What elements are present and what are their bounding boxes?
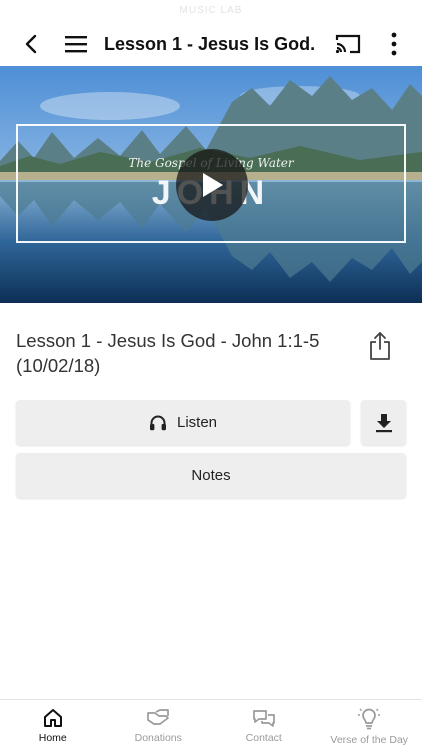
tab-verse-of-the-day-label: Verse of the Day: [330, 734, 409, 746]
back-arrow-icon: [25, 34, 37, 54]
home-icon: [43, 709, 62, 727]
tab-donations-label: Donations: [134, 732, 182, 744]
listen-label: Listen: [176, 414, 218, 431]
chat-bubbles-icon: [252, 710, 275, 727]
notes-button[interactable]: Notes: [16, 453, 406, 498]
app-bar: Lesson 1 - Jesus Is God...: [0, 22, 422, 66]
tab-contact[interactable]: Contact: [211, 700, 317, 750]
back-button[interactable]: [12, 22, 52, 66]
cast-icon: [335, 34, 361, 54]
more-vertical-icon: [391, 32, 397, 56]
page-title: Lesson 1 - Jesus Is God...: [104, 33, 314, 54]
cast-button[interactable]: [328, 22, 368, 66]
tab-contact-label: Contact: [245, 732, 282, 744]
lightbulb-icon: [358, 708, 381, 730]
tab-donations[interactable]: Donations: [106, 700, 212, 750]
hamburger-menu-icon: [65, 36, 87, 53]
headphones-icon: [149, 415, 166, 431]
download-icon: [375, 413, 392, 432]
bottom-tab-bar: Home Donations Contact Verse of the Day: [0, 699, 422, 750]
more-options-button[interactable]: [374, 22, 414, 66]
video-thumbnail[interactable]: The Gospel of Living Water JOHN: [0, 66, 422, 303]
lesson-title: Lesson 1 - Jesus Is God - John 1:1-5 (10…: [16, 330, 320, 376]
status-bar-text: MUSIC LAB: [179, 5, 243, 16]
share-button[interactable]: [366, 330, 394, 362]
donation-hand-icon: [147, 709, 170, 725]
listen-button[interactable]: Listen: [16, 400, 350, 445]
tab-home[interactable]: Home: [0, 700, 106, 750]
download-button[interactable]: [361, 400, 406, 445]
menu-button[interactable]: [56, 22, 96, 66]
notes-label: Notes: [191, 467, 231, 484]
tab-home-label: Home: [38, 732, 67, 744]
tab-verse-of-the-day[interactable]: Verse of the Day: [317, 700, 422, 750]
status-bar: MUSIC LAB: [0, 0, 422, 22]
play-button[interactable]: [176, 149, 248, 221]
share-icon: [370, 332, 390, 360]
play-icon: [203, 173, 223, 197]
